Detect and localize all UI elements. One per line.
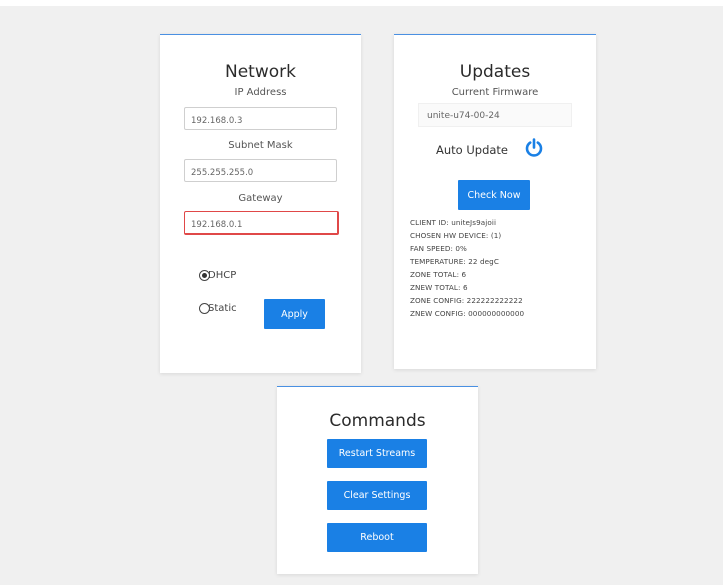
client-id-text: CLIENT ID: uniteJs9ajoii: [410, 218, 497, 227]
current-firmware-label: Current Firmware: [451, 87, 539, 98]
fan-speed-text: FAN SPEED: 0%: [410, 244, 467, 253]
ip-address-input[interactable]: [184, 107, 337, 130]
ip-address-label: IP Address: [234, 87, 287, 98]
power-icon[interactable]: [524, 138, 544, 158]
zone-total-text: ZONE TOTAL: 6: [410, 270, 467, 279]
restart-streams-button[interactable]: Restart Streams: [327, 439, 427, 468]
auto-update-label: Auto Update: [436, 143, 509, 157]
static-radio-option[interactable]: Static: [199, 303, 237, 315]
zone-config-text: ZONE CONFIG: 222222222222: [410, 296, 523, 305]
commands-card: Commands Restart Streams Clear Settings …: [277, 386, 478, 574]
reboot-button[interactable]: Reboot: [327, 523, 427, 552]
dhcp-radio-label: DHCP: [208, 270, 237, 281]
network-card: Network IP Address Subnet Mask Gateway D…: [160, 34, 361, 373]
temperature-text: TEMPERATURE: 22 degC: [410, 257, 499, 266]
chosen-hw-device-text: CHOSEN HW DEVICE: (1): [410, 231, 502, 240]
updates-title: Updates: [459, 62, 531, 82]
current-firmware-value: unite-u74-00-24: [418, 103, 572, 127]
page-top-edge: [0, 0, 727, 6]
subnet-mask-label: Subnet Mask: [228, 140, 293, 151]
znew-total-text: ZNEW TOTAL: 6: [410, 283, 468, 292]
updates-card: Updates Current Firmware unite-u74-00-24…: [394, 34, 596, 369]
clear-settings-button[interactable]: Clear Settings: [327, 481, 427, 510]
gateway-input[interactable]: [184, 211, 339, 235]
gateway-label: Gateway: [238, 193, 283, 204]
static-radio-label: Static: [208, 303, 237, 314]
apply-button[interactable]: Apply: [264, 299, 325, 329]
subnet-mask-input[interactable]: [184, 159, 337, 182]
network-title: Network: [225, 62, 296, 82]
page-right-edge: [723, 0, 727, 585]
commands-title: Commands: [329, 411, 426, 431]
check-now-button[interactable]: Check Now: [458, 180, 530, 210]
znew-config-text: ZNEW CONFIG: 000000000000: [410, 309, 525, 318]
dhcp-radio-option[interactable]: DHCP: [199, 270, 236, 282]
